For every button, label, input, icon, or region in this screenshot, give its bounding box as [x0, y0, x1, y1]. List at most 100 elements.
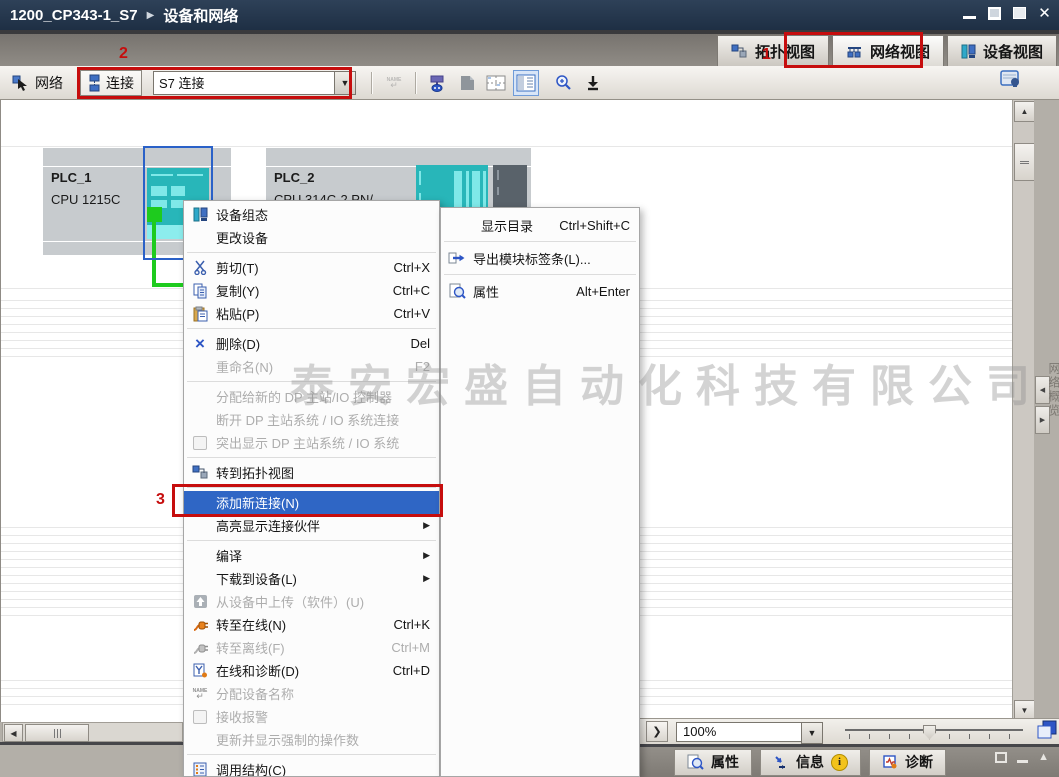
submenu-arrow-icon: ▶	[423, 573, 430, 584]
title-bar: 1200_CP343-1_S7 ▶ 设备和网络 ✕	[0, 0, 1059, 30]
connection-type-dropdown-arrow-icon[interactable]: ▼	[334, 71, 356, 95]
inspector-restore-icon[interactable]	[995, 752, 1007, 763]
connection-type-dropdown[interactable]: S7 连接 ▼	[153, 71, 356, 95]
network-mode-label: 网络	[35, 73, 63, 93]
tab-topology-view[interactable]: 拓扑视图	[717, 35, 829, 67]
inspector-collapse-icon[interactable]: ▲	[1038, 752, 1049, 763]
menu-item-properties[interactable]: 属性 Alt+Enter	[441, 278, 639, 304]
device-plc1-name: PLC_1	[51, 170, 91, 185]
expand-overview-icon[interactable]: ❯	[646, 721, 668, 742]
zoom-in-tool-icon[interactable]	[552, 71, 576, 95]
export-arrow-icon	[446, 249, 468, 267]
toolbar-separator	[371, 72, 373, 94]
right-panel-strip: ◀ ▶ 网络概览	[1034, 100, 1059, 722]
tab-diagnostics-label: 诊断	[905, 752, 933, 772]
menu-item-compile[interactable]: 编译 ▶	[184, 544, 439, 567]
menu-separator	[444, 241, 636, 242]
network-overview-side-tab[interactable]: 网络概览	[1046, 362, 1059, 418]
menu-item-update-forced-operands: 更新并显示强制的操作数	[184, 728, 439, 751]
checkbox-icon	[189, 708, 211, 726]
tab-diagnostics[interactable]: 诊断	[869, 749, 946, 776]
page-break-preview-icon[interactable]	[455, 71, 479, 95]
save-window-settings-icon[interactable]	[1000, 69, 1022, 94]
tab-topology-label: 拓扑视图	[755, 41, 815, 62]
horizontal-scrollbar[interactable]: ◀	[2, 722, 183, 742]
tab-properties[interactable]: 属性	[674, 749, 752, 776]
device-plc2-name: PLC_2	[274, 170, 314, 185]
menu-item-goto-topology-view[interactable]: 转到拓扑视图	[184, 461, 439, 484]
zoom-fit-download-icon[interactable]	[581, 71, 605, 95]
menu-item-upload-from-device: 从设备中上传（软件）(U)	[184, 590, 439, 613]
topology-view-icon	[731, 44, 748, 59]
menu-item-device-configuration[interactable]: 设备组态	[184, 203, 439, 226]
menu-item-go-online[interactable]: 转至在线(N) Ctrl+K	[184, 613, 439, 636]
context-menu-overflow: 显示目录 Ctrl+Shift+C 导出模块标签条(L)... 属性 Alt+E…	[440, 207, 640, 777]
menu-item-call-structure[interactable]: 调用结构(C)	[184, 758, 439, 777]
zoom-slider[interactable]	[845, 722, 1023, 742]
network-mode-button[interactable]: 网络	[8, 71, 67, 95]
table-view-toggle-icon[interactable]	[513, 70, 539, 96]
scroll-up-icon[interactable]: ▲	[1014, 101, 1035, 122]
breadcrumb-project[interactable]: 1200_CP343-1_S7	[10, 7, 138, 24]
menu-item-highlight-dp-master-system: 突出显示 DP 主站系统 / IO 系统	[184, 431, 439, 454]
tab-info[interactable]: 信息 i	[760, 749, 861, 776]
context-menu: 设备组态 更改设备 剪切(T) Ctrl+X 复制(Y) Ctrl+C 粘贴(P…	[183, 200, 440, 777]
goto-topology-icon	[189, 464, 211, 482]
maximize-icon[interactable]	[1013, 7, 1026, 19]
minimize-icon[interactable]	[963, 7, 976, 19]
vertical-scrollbar[interactable]: ▲ ▼	[1012, 100, 1034, 722]
menu-separator	[187, 540, 436, 541]
close-icon[interactable]: ✕	[1038, 8, 1051, 19]
device-view-icon	[961, 44, 976, 59]
tab-network-label: 网络视图	[870, 41, 930, 62]
horizontal-scroll-thumb[interactable]	[25, 724, 89, 742]
paste-icon	[189, 305, 211, 323]
relations-tool-icon[interactable]	[426, 71, 450, 95]
info-badge-icon: i	[831, 754, 848, 771]
zoom-slider-thumb[interactable]	[923, 725, 936, 740]
menu-item-highlight-connection-partners[interactable]: 高亮显示连接伙伴 ▶	[184, 514, 439, 537]
menu-item-export-module-labeling-strips[interactable]: 导出模块标签条(L)...	[441, 245, 639, 271]
tab-device-label: 设备视图	[983, 41, 1043, 62]
info-arrows-icon	[773, 754, 789, 770]
diagnostics-icon	[882, 754, 898, 770]
menu-separator	[187, 381, 436, 382]
menu-item-paste[interactable]: 粘贴(P) Ctrl+V	[184, 302, 439, 325]
menu-item-delete[interactable]: × 删除(D) Del	[184, 332, 439, 355]
assign-device-name-tool-icon[interactable]: NAME↵	[382, 71, 406, 95]
menu-separator	[444, 274, 636, 275]
menu-item-change-device[interactable]: 更改设备	[184, 226, 439, 249]
menu-item-receive-alarms: 接收报警	[184, 705, 439, 728]
submenu-arrow-icon: ▶	[423, 550, 430, 561]
menu-separator	[187, 457, 436, 458]
fit-to-view-icon[interactable]	[1037, 720, 1057, 744]
menu-item-assign-device-name: NAME↵ 分配设备名称	[184, 682, 439, 705]
online-diagnostics-icon	[189, 662, 211, 680]
scroll-left-icon[interactable]: ◀	[4, 724, 23, 742]
menu-separator	[187, 252, 436, 253]
upload-icon	[189, 593, 211, 611]
zoom-level-dropdown[interactable]: 100% ▼	[676, 722, 823, 742]
menu-item-go-offline: 转至离线(F) Ctrl+M	[184, 636, 439, 659]
connection-type-value: S7 连接	[153, 71, 334, 95]
menu-item-add-new-connection[interactable]: 添加新连接(N)	[184, 491, 439, 514]
connections-mode-label: 连接	[106, 73, 134, 93]
restore-icon[interactable]	[988, 8, 1001, 19]
menu-item-online-and-diagnostics[interactable]: 在线和诊断(D) Ctrl+D	[184, 659, 439, 682]
zoom-dropdown-arrow-icon[interactable]: ▼	[801, 722, 823, 744]
menu-item-download-to-device[interactable]: 下载到设备(L) ▶	[184, 567, 439, 590]
tab-network-view[interactable]: 网络视图	[832, 35, 944, 67]
menu-separator	[187, 487, 436, 488]
inspector-minimize-icon[interactable]	[1017, 752, 1028, 763]
copy-icon	[189, 282, 211, 300]
menu-item-copy[interactable]: 复制(Y) Ctrl+C	[184, 279, 439, 302]
menu-item-show-catalog[interactable]: 显示目录 Ctrl+Shift+C	[441, 212, 639, 238]
inspector-window-controls: ▲	[995, 752, 1049, 763]
device-plc1-model: CPU 1215C	[51, 192, 120, 207]
tab-device-view[interactable]: 设备视图	[947, 35, 1057, 67]
grid-overview-icon[interactable]	[484, 71, 508, 95]
vertical-scroll-thumb[interactable]	[1014, 143, 1035, 181]
connections-mode-button[interactable]: 连接	[80, 70, 142, 96]
menu-item-cut[interactable]: 剪切(T) Ctrl+X	[184, 256, 439, 279]
menu-item-assign-to-new-dp-master: 分配给新的 DP 主站/IO 控制器	[184, 385, 439, 408]
